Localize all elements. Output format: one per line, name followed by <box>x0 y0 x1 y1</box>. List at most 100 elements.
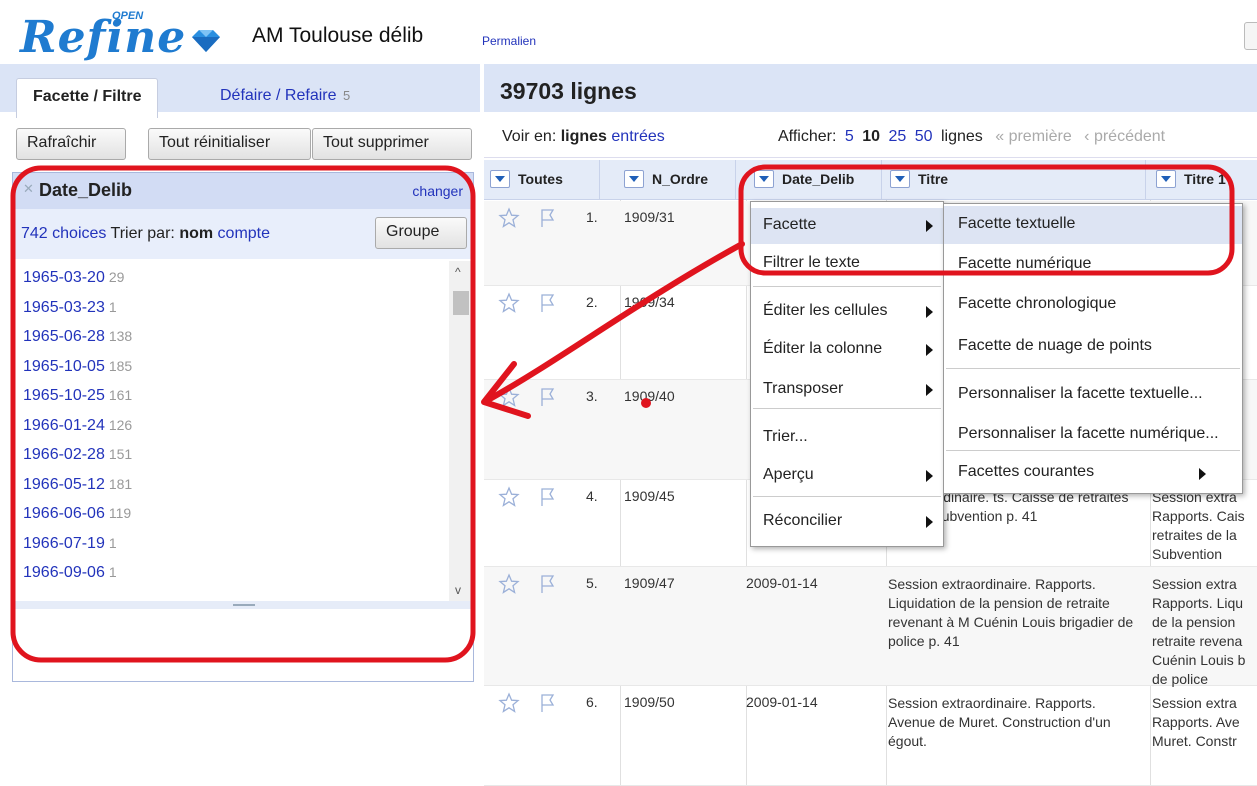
star-icon[interactable] <box>498 292 520 314</box>
cell-titre-1[interactable]: Session extra Rapports. Cais retraites de … <box>1152 488 1257 564</box>
cell-n-ordre[interactable]: 1909/50 <box>624 694 675 710</box>
page-size-5[interactable]: 5 <box>845 128 854 145</box>
facet-choice[interactable]: 1965-10-05 185 <box>23 358 132 376</box>
facet-choice[interactable]: 1965-03-23 1 <box>23 299 117 317</box>
column-header-date-delib[interactable]: Date_Delib <box>748 160 882 200</box>
cell-titre-1[interactable]: Session extra Rapports. Liqu de la pension… <box>1152 575 1257 689</box>
facet-choice[interactable]: 1966-07-19 1 <box>23 535 117 553</box>
submenu-item[interactable]: Personnaliser la facette numérique... <box>944 416 1242 454</box>
cell-n-ordre[interactable]: 1909/34 <box>624 294 675 310</box>
star-icon[interactable] <box>498 573 520 595</box>
cell-date-delib[interactable]: 2009-01-14 <box>746 575 818 591</box>
tab-facet-filter[interactable]: Facette / Filtre <box>16 78 159 118</box>
page-size-25[interactable]: 25 <box>888 128 906 145</box>
facet-scrollbar[interactable]: ^ v <box>449 261 473 601</box>
facet-change-link[interactable]: changer <box>412 183 463 199</box>
cell-titre[interactable]: Session extraordinaire. Rapports. Liquid… <box>888 575 1138 651</box>
scroll-up-icon[interactable]: ^ <box>455 265 461 279</box>
group-button[interactable]: Groupe <box>375 217 467 249</box>
cell-titre-1[interactable]: Session extra Rapports. Ave Muret. Constr <box>1152 694 1257 751</box>
refine-logo[interactable]: Refine OPEN <box>20 10 230 63</box>
star-icon[interactable] <box>498 386 520 408</box>
reset-all-button[interactable]: Tout réinitialiser <box>148 128 311 160</box>
flag-icon[interactable] <box>538 486 558 508</box>
cell-titre[interactable]: Session extraordinaire. Rapports. Avenue… <box>888 694 1138 751</box>
date-delib-facet: ✕ Date_Delib changer 742 choices Trier p… <box>12 172 474 682</box>
cell-n-ordre[interactable]: 1909/47 <box>624 575 675 591</box>
submenu-item[interactable]: Facettes courantes <box>944 454 1242 492</box>
facet-controls: 742 choices Trier par: nom compte Groupe <box>13 209 473 259</box>
first-page-link[interactable]: « première <box>995 128 1071 145</box>
submenu-item[interactable]: Facette textuelle <box>944 206 1242 244</box>
column-dropdown-n-ordre[interactable] <box>624 170 644 188</box>
view-records-link[interactable]: entrées <box>611 128 664 145</box>
column-header-n-ordre[interactable]: N_Ordre <box>618 160 736 200</box>
permalink-link[interactable]: Permalien <box>482 34 536 48</box>
menu-item[interactable]: Transposer <box>751 372 943 408</box>
column-dropdown-titre[interactable] <box>890 170 910 188</box>
menu-item-label: Éditer les cellules <box>763 302 888 319</box>
facet-choice[interactable]: 1965-03-20 29 <box>23 269 124 287</box>
column-dropdown-titre-1[interactable] <box>1156 170 1176 188</box>
menu-item[interactable]: Filtrer le texte <box>751 246 943 282</box>
facet-choice[interactable]: 1966-01-24 126 <box>23 417 132 435</box>
facet-choices-count[interactable]: 742 choices <box>21 225 106 242</box>
flag-icon[interactable] <box>538 573 558 595</box>
cell-date-delib[interactable]: 2009-01-14 <box>746 694 818 710</box>
cell-n-ordre[interactable]: 1909/31 <box>624 209 675 225</box>
menu-item[interactable]: Trier... <box>751 420 943 456</box>
submenu-item[interactable]: Facette numérique <box>944 246 1242 284</box>
sort-by-count-link[interactable]: compte <box>218 225 270 242</box>
remove-all-button[interactable]: Tout supprimer <box>312 128 472 160</box>
refresh-button[interactable]: Rafraîchir <box>16 128 126 160</box>
menu-item-label: Trier... <box>763 428 808 445</box>
grip-icon <box>233 604 255 606</box>
column-dropdown-all[interactable] <box>490 170 510 188</box>
scroll-thumb[interactable] <box>453 291 469 315</box>
submenu-item-label: Facette chronologique <box>958 295 1117 312</box>
submenu-item[interactable]: Personnaliser la facette textuelle... <box>944 376 1242 414</box>
facet-choice[interactable]: 1965-06-28 138 <box>23 328 132 346</box>
submenu-item[interactable]: Facette de nuage de points <box>944 328 1242 366</box>
facet-choice-count: 119 <box>108 505 132 521</box>
menu-item[interactable]: Facette <box>751 208 943 244</box>
header-button[interactable] <box>1244 22 1257 50</box>
page-size-10: 10 <box>862 128 881 145</box>
facet-choice[interactable]: 1966-09-06 1 <box>23 564 117 582</box>
column-label-all: Toutes <box>518 171 563 187</box>
star-icon[interactable] <box>498 692 520 714</box>
project-name[interactable]: AM Toulouse délib <box>252 24 423 48</box>
flag-icon[interactable] <box>538 692 558 714</box>
facet-choice[interactable]: 1966-06-06 119 <box>23 505 131 523</box>
scroll-down-icon[interactable]: v <box>455 583 461 597</box>
column-dropdown-date-delib[interactable] <box>754 170 774 188</box>
cell-n-ordre[interactable]: 1909/40 <box>624 388 675 404</box>
column-header-titre[interactable]: Titre <box>884 160 1146 200</box>
menu-item[interactable]: Aperçu <box>751 458 943 494</box>
page-size-50[interactable]: 50 <box>915 128 933 145</box>
tab-undo-redo[interactable]: Défaire / Refaire 5 <box>204 78 366 118</box>
column-header-titre-1[interactable]: Titre 1 <box>1150 160 1257 200</box>
facet-choice[interactable]: 1966-02-28 151 <box>23 446 132 464</box>
facet-resize-handle[interactable] <box>13 601 473 609</box>
menu-item[interactable]: Éditer la colonne <box>751 332 943 368</box>
menu-item[interactable]: Réconcilier <box>751 504 943 540</box>
facet-choice[interactable]: 1965-10-25 161 <box>23 387 132 405</box>
column-header-all[interactable]: Toutes <box>484 160 600 200</box>
menu-item[interactable]: Éditer les cellules <box>751 294 943 330</box>
star-icon[interactable] <box>498 486 520 508</box>
cell-n-ordre[interactable]: 1909/45 <box>624 488 675 504</box>
facet-choice-value: 1965-10-05 <box>23 357 105 375</box>
menu-separator <box>946 368 1240 369</box>
row-number: 4. <box>586 488 598 504</box>
close-icon[interactable]: ✕ <box>23 181 34 197</box>
flag-icon[interactable] <box>538 292 558 314</box>
facet-choice[interactable]: 1966-05-12 181 <box>23 476 132 494</box>
submenu-item[interactable]: Facette chronologique <box>944 286 1242 324</box>
facet-choice-value: 1965-06-28 <box>23 328 105 345</box>
previous-page-link[interactable]: ‹ précédent <box>1084 128 1165 145</box>
facet-choice-count: 1 <box>108 298 117 315</box>
flag-icon[interactable] <box>538 207 558 229</box>
flag-icon[interactable] <box>538 386 558 408</box>
star-icon[interactable] <box>498 207 520 229</box>
